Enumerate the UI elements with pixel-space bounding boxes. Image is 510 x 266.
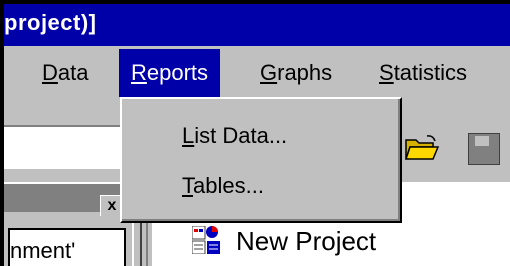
list-data-mnemonic: L bbox=[182, 123, 195, 148]
menu-reports-mnemonic: R bbox=[131, 60, 147, 85]
project-icon bbox=[192, 226, 220, 254]
menu-reports[interactable]: Reports bbox=[119, 49, 221, 97]
reports-dropdown-menu: List Data... Tables... bbox=[120, 97, 402, 223]
list-data-label: ist Data... bbox=[194, 123, 288, 148]
tables-mnemonic: T bbox=[182, 173, 193, 198]
panel-tab[interactable]: nment' bbox=[8, 228, 126, 266]
menu-statistics[interactable]: Statistics bbox=[379, 49, 467, 97]
menu-bar: Data Reports Graphs Statistics bbox=[4, 49, 510, 97]
menu-data[interactable]: Data bbox=[42, 49, 88, 97]
menu-graphs-mnemonic: G bbox=[260, 60, 278, 85]
tables-label: ables... bbox=[193, 173, 264, 198]
toolbar-field[interactable] bbox=[4, 125, 120, 169]
menu-statistics-mnemonic: S bbox=[379, 60, 394, 85]
application-window: project)] Data Reports Graphs Statistics… bbox=[4, 4, 510, 266]
menu-graphs-label: raphs bbox=[277, 60, 333, 85]
menu-item-tables[interactable]: Tables... bbox=[182, 173, 264, 199]
tree-item-new-project[interactable]: New Project bbox=[236, 226, 376, 256]
folder-open-icon[interactable] bbox=[405, 134, 439, 160]
title-bar: project)] bbox=[4, 4, 510, 46]
menu-reports-label: eports bbox=[146, 60, 209, 85]
save-disk-icon[interactable] bbox=[468, 133, 500, 165]
window-title: project)] bbox=[4, 10, 97, 35]
menu-data-label: ata bbox=[57, 60, 89, 85]
menu-item-list-data[interactable]: List Data... bbox=[182, 123, 287, 149]
menu-statistics-label: tatistics bbox=[393, 60, 468, 85]
menu-data-mnemonic: D bbox=[42, 60, 58, 85]
menu-graphs[interactable]: Graphs bbox=[260, 49, 332, 97]
